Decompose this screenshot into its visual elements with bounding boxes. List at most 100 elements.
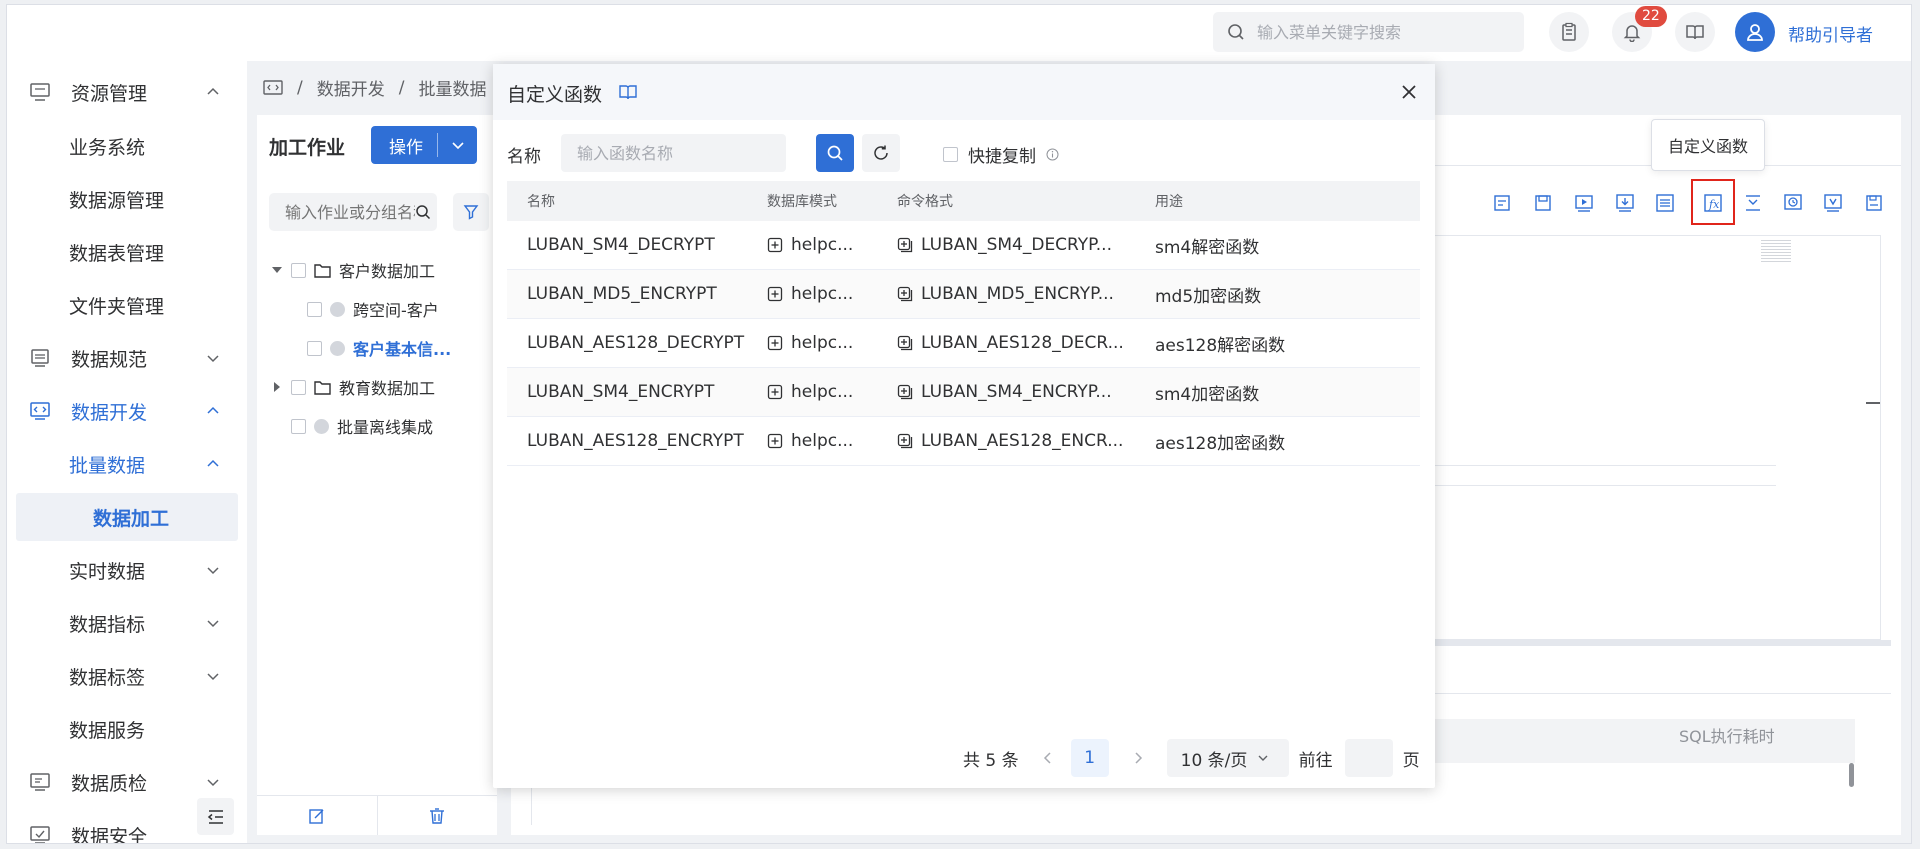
task-list-button[interactable] [1549, 12, 1589, 52]
operation-dropdown[interactable] [438, 138, 477, 152]
sidebar-item-datatable[interactable]: 数据表管理 [7, 227, 247, 277]
dialog-title: 自定义函数 [507, 84, 603, 106]
scrollbar[interactable] [1849, 763, 1854, 787]
chevron-right-icon[interactable] [1131, 751, 1145, 765]
sidebar-item-data-dev[interactable]: 数据开发 [7, 386, 247, 436]
close-button[interactable] [1399, 82, 1419, 102]
search-button[interactable] [816, 134, 854, 172]
table-row[interactable]: LUBAN_AES128_ENCRYPT helpc... LUBAN_AES1… [507, 417, 1420, 466]
goto-page-input[interactable] [1344, 739, 1393, 777]
custom-function-dialog: 自定义函数 名称 快捷复制 名称 数据库模式 命令格式 用途 [493, 64, 1435, 788]
custom-function-tooltip: 自定义函数 [1651, 119, 1765, 171]
chevron-down-icon [207, 779, 219, 787]
expand-icon[interactable] [767, 237, 783, 253]
chevron-left-icon[interactable] [1041, 751, 1055, 765]
operation-button[interactable]: 操作 [371, 126, 477, 164]
edit-button[interactable] [257, 796, 378, 835]
command-cell: LUBAN_AES128_ENCR... [897, 431, 1155, 451]
quick-copy-option[interactable]: 快捷复制 [943, 142, 1059, 167]
tree-checkbox[interactable] [291, 379, 306, 395]
tree-checkbox[interactable] [291, 418, 306, 434]
expand-icon[interactable] [767, 286, 783, 302]
sidebar-item-data-standard[interactable]: 数据规范 [7, 333, 247, 383]
command-cell: LUBAN_MD5_ENCRYP... [897, 284, 1155, 304]
breadcrumb-item[interactable]: 数据开发 [317, 75, 385, 100]
schedule-button[interactable] [1781, 191, 1805, 215]
tree-folder[interactable]: 教育数据加工 [271, 372, 435, 402]
sidebar-item-realtime[interactable]: 实时数据 [7, 545, 247, 595]
sidebar-item-data-service[interactable]: 数据服务 [7, 704, 247, 754]
copy-icon[interactable] [897, 237, 913, 253]
tree-label: 跨空间-客户 [353, 301, 439, 320]
expand-icon[interactable] [767, 335, 783, 351]
info-icon[interactable] [1046, 148, 1059, 161]
search-icon [1228, 24, 1244, 40]
expand-icon[interactable] [767, 433, 783, 449]
caret-down-icon[interactable] [271, 264, 283, 276]
sidebar-item-data-processing[interactable]: 数据加工 [7, 492, 247, 542]
sidebar-item-resource[interactable]: 资源管理 [7, 67, 247, 117]
page-size-select[interactable]: 10 条/页 [1166, 739, 1289, 777]
table-row[interactable]: LUBAN_SM4_ENCRYPT helpc... LUBAN_SM4_ENC… [507, 368, 1420, 417]
function-name-cell: LUBAN_AES128_ENCRYPT [527, 431, 744, 451]
command-text: LUBAN_MD5_ENCRYP... [921, 284, 1114, 304]
avatar[interactable] [1735, 12, 1775, 52]
quick-copy-checkbox[interactable] [943, 147, 958, 162]
list-button[interactable] [1653, 191, 1677, 215]
code-icon [30, 402, 50, 420]
align-button[interactable] [1741, 191, 1765, 215]
table-row[interactable]: LUBAN_MD5_ENCRYPT helpc... LUBAN_MD5_ENC… [507, 270, 1420, 319]
app-frame: 22 帮助引导者 资源管理 业务系统 数据源管理 数据表管理 文件夹管理 数据规… [6, 4, 1912, 844]
job-search[interactable] [269, 193, 437, 231]
tree-job[interactable]: 客户基本信... [307, 333, 451, 363]
command-text: LUBAN_AES128_ENCR... [921, 431, 1124, 451]
menu-search-input[interactable] [1257, 22, 1507, 42]
filter-button[interactable] [453, 193, 489, 231]
table-row[interactable]: LUBAN_SM4_DECRYPT helpc... LUBAN_SM4_DEC… [507, 221, 1420, 270]
tree-checkbox[interactable] [307, 301, 322, 317]
delete-button[interactable] [378, 796, 498, 835]
collapse-sidebar-button[interactable] [197, 798, 234, 835]
table-row[interactable]: LUBAN_AES128_DECRYPT helpc... LUBAN_AES1… [507, 319, 1420, 368]
copy-icon[interactable] [897, 433, 913, 449]
save-as-button[interactable] [1862, 191, 1886, 215]
copy-icon[interactable] [897, 335, 913, 351]
run-button[interactable] [1572, 191, 1596, 215]
username[interactable]: 帮助引导者 [1788, 21, 1873, 46]
notification-button[interactable]: 22 [1612, 6, 1667, 52]
expand-icon[interactable] [767, 384, 783, 400]
version-button[interactable] [1821, 191, 1845, 215]
tree-checkbox[interactable] [307, 340, 322, 356]
copy-icon[interactable] [897, 384, 913, 400]
book-icon[interactable] [619, 84, 637, 100]
save-button[interactable] [1531, 191, 1555, 215]
download-button[interactable] [1613, 191, 1637, 215]
job-search-input[interactable] [285, 202, 415, 222]
schema-text: helpc... [791, 382, 854, 402]
menu-search[interactable] [1213, 12, 1524, 52]
tree-folder[interactable]: 客户数据加工 [271, 255, 435, 285]
align-icon [1746, 195, 1760, 211]
sidebar-item-tags[interactable]: 数据标签 [7, 651, 247, 701]
sidebar-item-metrics[interactable]: 数据指标 [7, 598, 247, 648]
sidebar-item-batch-data[interactable]: 批量数据 [7, 439, 247, 489]
refresh-icon [874, 145, 888, 160]
caret-right-icon[interactable] [271, 381, 283, 393]
usage-cell: md5加密函数 [1155, 286, 1262, 307]
tree-job[interactable]: 跨空间-客户 [307, 294, 439, 324]
tree-label: 教育数据加工 [339, 379, 436, 398]
function-name-input[interactable] [561, 134, 786, 172]
refresh-button[interactable] [862, 134, 900, 172]
sidebar-item-datasource[interactable]: 数据源管理 [7, 174, 247, 224]
sidebar-item-folder[interactable]: 文件夹管理 [7, 280, 247, 330]
page-number[interactable]: 1 [1070, 739, 1109, 777]
docs-button[interactable] [1675, 12, 1715, 52]
sidebar-item-business-system[interactable]: 业务系统 [7, 121, 247, 171]
breadcrumb-item[interactable]: 批量数据 [418, 75, 486, 100]
chevron-down-icon [207, 620, 219, 628]
tree-checkbox[interactable] [291, 262, 306, 278]
minimap[interactable] [1761, 240, 1791, 264]
format-button[interactable] [1491, 191, 1515, 215]
tree-job[interactable]: 批量离线集成 [291, 411, 433, 441]
copy-icon[interactable] [897, 286, 913, 302]
